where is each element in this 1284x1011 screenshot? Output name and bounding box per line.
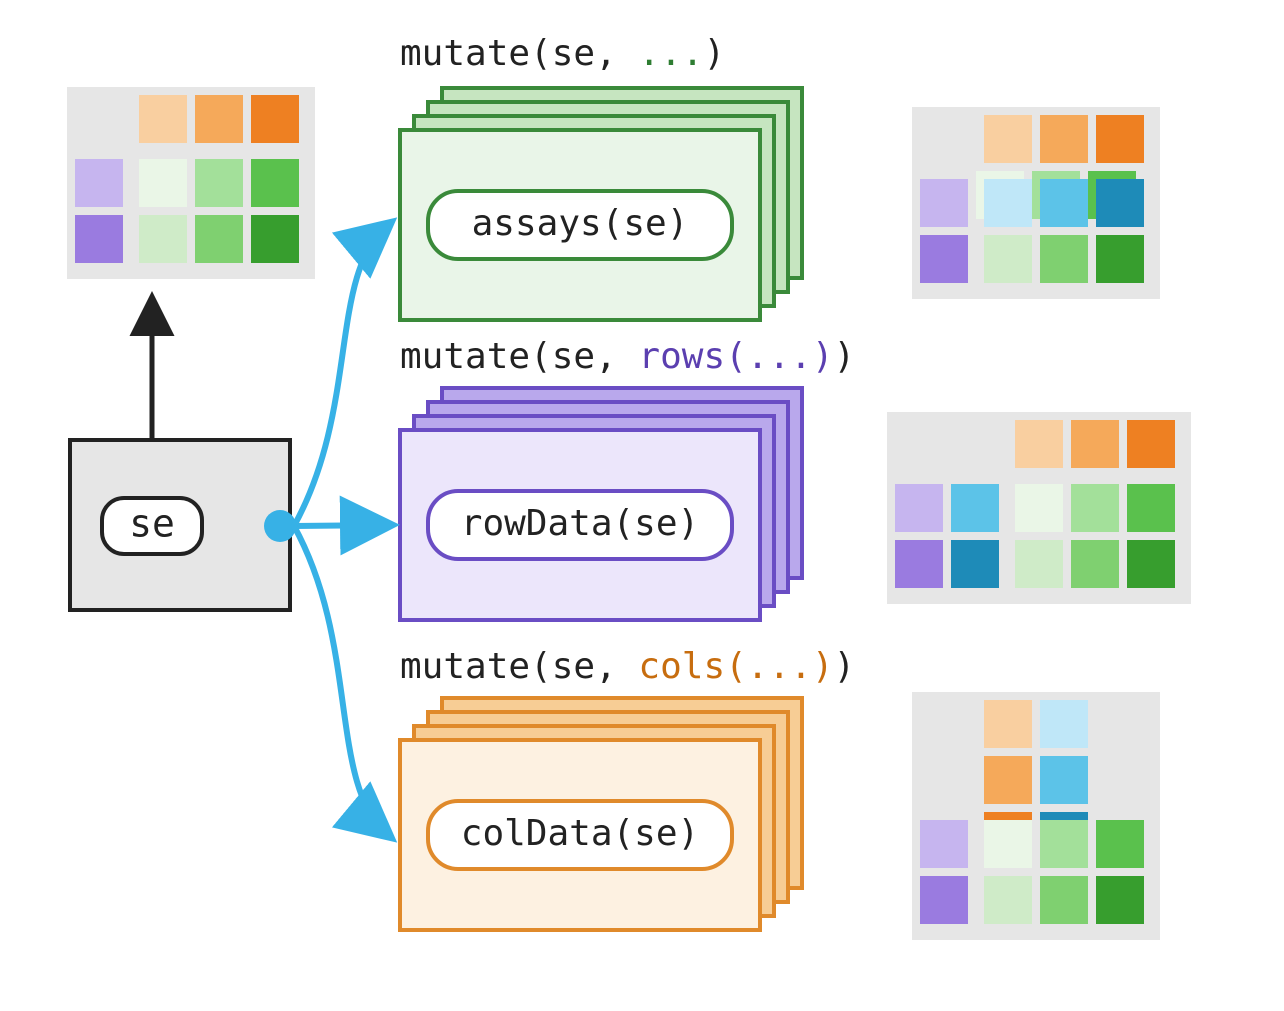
assays-card: assays(se)	[400, 88, 802, 320]
result-glyph-assays	[912, 107, 1160, 299]
arrow-to-coldata	[294, 526, 388, 835]
svg-text:mutate(se, cols(...)): mutate(se, cols(...))	[400, 646, 855, 687]
se-label: se	[129, 502, 175, 546]
arrow-to-rowdata	[294, 525, 388, 526]
svg-text:mutate(se, ...): mutate(se, ...)	[400, 33, 725, 74]
colData-card-label: colData(se)	[461, 813, 699, 854]
assays-card-label: assays(se)	[472, 203, 689, 244]
code-line: mutate(se, cols(...))	[400, 646, 855, 687]
diagram-canvas: se mutate(se, ...) assays(se) mutate(se, ro…	[0, 0, 1284, 1011]
se-glyph-original	[67, 87, 315, 279]
result-glyph-cols	[912, 692, 1160, 940]
code-line: mutate(se, rows(...))	[400, 336, 855, 377]
colData-card: colData(se)	[400, 698, 802, 930]
result-glyph-rows	[887, 412, 1191, 604]
rowData-card: rowData(se)	[400, 388, 802, 620]
rowData-card-label: rowData(se)	[461, 503, 699, 544]
junction-dot	[264, 510, 296, 542]
code-line: mutate(se, ...)	[400, 33, 725, 74]
svg-text:mutate(se, rows(...)): mutate(se, rows(...))	[400, 336, 855, 377]
